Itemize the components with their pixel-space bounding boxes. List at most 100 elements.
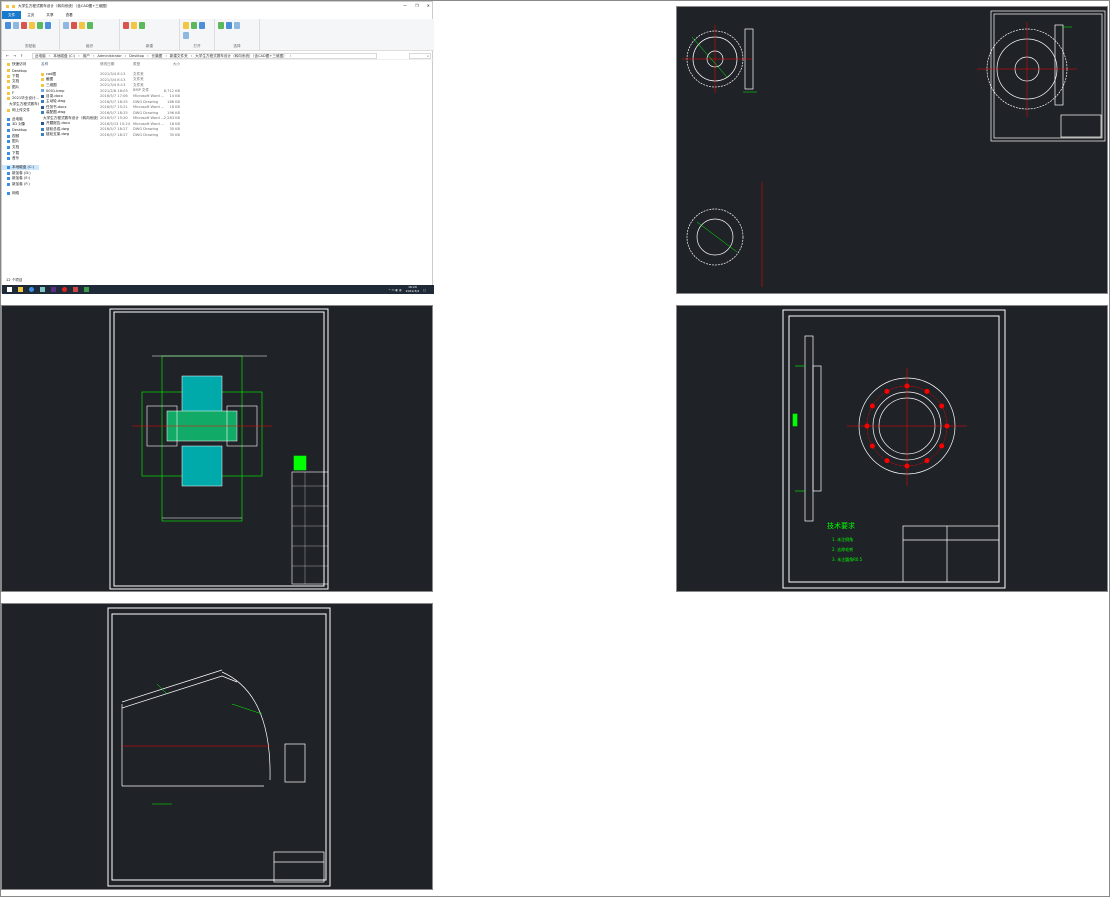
search-input[interactable]: ⌕ xyxy=(409,53,431,59)
word-icon xyxy=(41,105,44,109)
app-taskbar-icon[interactable] xyxy=(51,287,56,292)
cad-drawing-bracket xyxy=(1,603,433,890)
ribbon-button-icon[interactable] xyxy=(79,22,85,29)
file-row[interactable]: 链轮支架.dwg 2016/5/7 18:27 DWG Drawing 35 KB xyxy=(41,132,431,138)
ribbon-button-icon[interactable] xyxy=(5,22,11,29)
minimize-button[interactable]: — xyxy=(403,3,407,8)
sidebar-item-icon xyxy=(7,91,10,95)
bolt-hole xyxy=(884,388,890,394)
sidebar-item-icon xyxy=(7,117,10,121)
bracket-drawing xyxy=(107,607,331,887)
ribbon-button-icon[interactable] xyxy=(29,22,35,29)
up-button[interactable]: ↑ xyxy=(20,54,23,58)
tech-requirement-line: 1. 未注倒角 xyxy=(832,536,853,542)
file-name: 截图 xyxy=(46,77,54,82)
notification-icon[interactable]: ▢ xyxy=(423,288,426,292)
breadcrumb-item[interactable]: 用户 xyxy=(83,54,90,59)
sidebar-item-label: 新加卷 (D:) xyxy=(12,170,31,175)
ribbon-group: 选择 xyxy=(215,19,260,50)
clock-date: 2021/3/4 xyxy=(405,288,420,293)
sidebar-item-label: 网上传文件 xyxy=(12,107,30,112)
file-date: 2016/5/7 17:06 xyxy=(100,94,128,99)
ribbon-button-icon[interactable] xyxy=(87,22,93,29)
bolt-hole xyxy=(869,443,875,449)
browser-taskbar-icon[interactable] xyxy=(29,287,34,292)
ribbon-group-label: 组织 xyxy=(85,44,94,48)
ribbon-button-icon[interactable] xyxy=(183,32,189,39)
column-name[interactable]: 名称 xyxy=(41,62,100,67)
chevron-right-icon: › xyxy=(190,54,193,58)
breadcrumb-item[interactable]: Administrator xyxy=(97,54,122,58)
breadcrumb-item[interactable]: 长篇图 xyxy=(152,54,163,59)
bolt-hole xyxy=(939,403,945,409)
ribbon-button-icon[interactable] xyxy=(199,22,205,29)
file-name: 三维图 xyxy=(46,82,57,87)
ribbon-button-icon[interactable] xyxy=(226,22,232,29)
app-taskbar-icon[interactable] xyxy=(73,287,78,292)
app-taskbar-icon[interactable] xyxy=(84,287,89,292)
tab-home[interactable]: 主页 xyxy=(21,11,40,19)
ribbon-button-icon[interactable] xyxy=(123,22,129,29)
chevron-right-icon: › xyxy=(147,54,149,58)
tab-file[interactable]: 文件 xyxy=(2,11,22,19)
file-type: DWG Drawing xyxy=(133,99,159,104)
file-date: 2016/5/7 18:27 xyxy=(100,132,128,137)
forward-button[interactable]: → xyxy=(13,54,16,58)
app-taskbar-icon[interactable] xyxy=(40,287,45,292)
autocad-taskbar-icon[interactable] xyxy=(62,287,67,292)
breadcrumb-item[interactable]: 此电脑 xyxy=(35,54,46,59)
ribbon-button-icon[interactable] xyxy=(131,22,137,29)
ribbon-button-icon[interactable] xyxy=(139,22,145,29)
ribbon-button-icon[interactable] xyxy=(21,22,27,29)
address-bar[interactable]: 此电脑 › 本地磁盘 (C:) › 用户 › Administrator › Desktop › 长… xyxy=(32,53,377,59)
sidebar-item[interactable]: 网络 xyxy=(2,190,39,196)
column-type[interactable]: 类型 xyxy=(133,62,162,67)
column-date[interactable]: 修改日期 xyxy=(100,62,133,67)
ribbon-group-label: 打开 xyxy=(193,44,201,48)
breadcrumb-item[interactable]: 大学生方程式赛车设计（转向系统）（含CAD图+三维图） xyxy=(195,54,287,59)
ribbon-button-icon[interactable] xyxy=(13,22,19,29)
start-icon[interactable] xyxy=(7,287,12,292)
file-type: DWG Drawing xyxy=(133,127,159,132)
file-name-cell: 主动轮.dwg xyxy=(41,99,100,104)
chevron-right-icon: › xyxy=(48,54,51,58)
quick-access-icon[interactable] xyxy=(12,5,15,8)
explorer-taskbar-icon[interactable] xyxy=(18,287,23,292)
back-button[interactable]: ← xyxy=(6,54,9,58)
maximize-button[interactable]: ❐ xyxy=(415,3,419,8)
tab-view[interactable]: 查看 xyxy=(60,11,79,19)
file-size: 2,283 KB xyxy=(163,116,180,121)
close-button[interactable]: ✕ xyxy=(427,3,430,8)
file-size: 18 KB xyxy=(169,121,180,126)
file-date: 2016/5/7 18:25 xyxy=(100,99,128,104)
ribbon-group-label: 剪贴板 xyxy=(25,44,36,48)
sidebar-item-label: 网络 xyxy=(12,190,20,195)
file-size: 14 KB xyxy=(169,94,180,99)
breadcrumb-item[interactable]: Desktop xyxy=(129,54,144,58)
ribbon-button-icon[interactable] xyxy=(63,22,69,29)
file-list: 名称 修改日期 类型 大小 cad图 2021/3/4 8:13 文件夹 截图 2021… xyxy=(41,62,431,138)
breadcrumb-item[interactable]: 本地磁盘 (C:) xyxy=(53,54,75,59)
ribbon-button-icon[interactable] xyxy=(218,22,224,29)
file-name-cell: 链轮总成.dwg xyxy=(41,127,100,132)
ribbon-button-icon[interactable] xyxy=(191,22,197,29)
search-icon: ⌕ xyxy=(426,54,429,58)
ribbon-button-icon[interactable] xyxy=(71,22,77,29)
file-type: 文件夹 xyxy=(133,71,144,76)
breadcrumb-item[interactable]: 新建文件夹 xyxy=(170,54,188,59)
tab-share[interactable]: 共享 xyxy=(40,11,59,19)
ribbon-button-icon[interactable] xyxy=(183,22,189,29)
ribbon-button-icon[interactable] xyxy=(45,22,51,29)
sidebar-item-label: 快速访问 xyxy=(12,62,27,67)
ribbon-button-icon[interactable] xyxy=(37,22,43,29)
clock[interactable]: 16:29 2021/3/4 xyxy=(405,285,420,293)
word-icon xyxy=(41,94,44,98)
ribbon-button-icon[interactable] xyxy=(234,22,240,29)
file-type: Microsoft Word ... xyxy=(133,121,165,126)
column-size[interactable]: 大小 xyxy=(162,62,180,67)
cad-drawing-assembly xyxy=(1,305,433,592)
tray-icons[interactable]: ^ ▭ ◐ ◍ xyxy=(388,288,401,292)
file-date: 2016/5/7 18:25 xyxy=(100,110,128,115)
file-name: 任务书.docx xyxy=(46,104,67,109)
file-name: 目录.docx xyxy=(46,93,63,98)
